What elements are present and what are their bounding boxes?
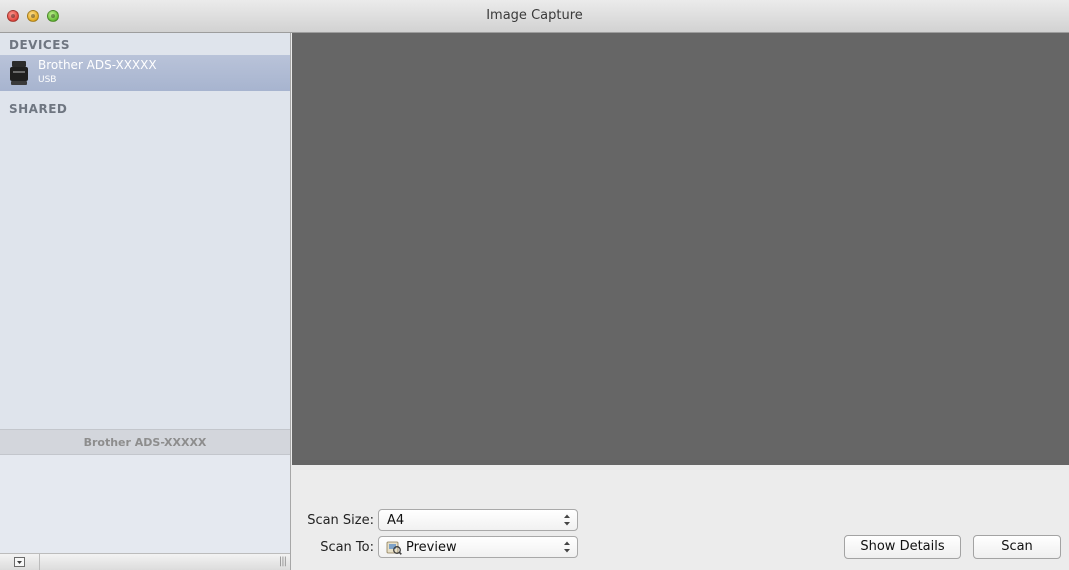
updown-arrows-icon [564, 514, 570, 526]
scan-size-value: A4 [387, 513, 405, 528]
device-name: Brother ADS-XXXXX [38, 58, 157, 72]
updown-arrows-icon [564, 541, 570, 553]
sidebar-footer: ||| [0, 553, 290, 570]
sidebar: DEVICES Brother ADS-XXXXX USB SHARED Bro… [0, 33, 291, 570]
window-title: Image Capture [486, 8, 583, 23]
sidebar-item-device[interactable]: Brother ADS-XXXXX USB [0, 55, 290, 91]
device-info-header: Brother ADS-XXXXX [0, 429, 290, 455]
scan-controls-panel: Scan Size: A4 Scan To: Preview Show Deta… [292, 465, 1069, 570]
device-connection: USB [38, 75, 57, 85]
sidebar-menu-button[interactable] [0, 554, 40, 570]
sidebar-resize-handle[interactable]: ||| [279, 556, 287, 567]
scan-button[interactable]: Scan [973, 535, 1061, 559]
scan-preview-area [292, 33, 1069, 465]
scan-size-label: Scan Size: [307, 513, 374, 528]
device-info-area [0, 455, 290, 553]
scan-to-select[interactable]: Preview [378, 536, 578, 558]
devices-section-header: DEVICES [9, 38, 71, 52]
show-details-button[interactable]: Show Details [844, 535, 961, 559]
shared-section-header: SHARED [9, 102, 68, 116]
device-info-title: Brother ADS-XXXXX [83, 436, 207, 449]
scan-to-value: Preview [406, 540, 457, 555]
scanner-icon [10, 61, 28, 85]
title-bar: Image Capture [0, 0, 1069, 33]
preview-app-icon [386, 541, 402, 555]
scan-size-select[interactable]: A4 [378, 509, 578, 531]
dropdown-square-icon [14, 557, 25, 567]
scan-to-label: Scan To: [320, 540, 374, 555]
